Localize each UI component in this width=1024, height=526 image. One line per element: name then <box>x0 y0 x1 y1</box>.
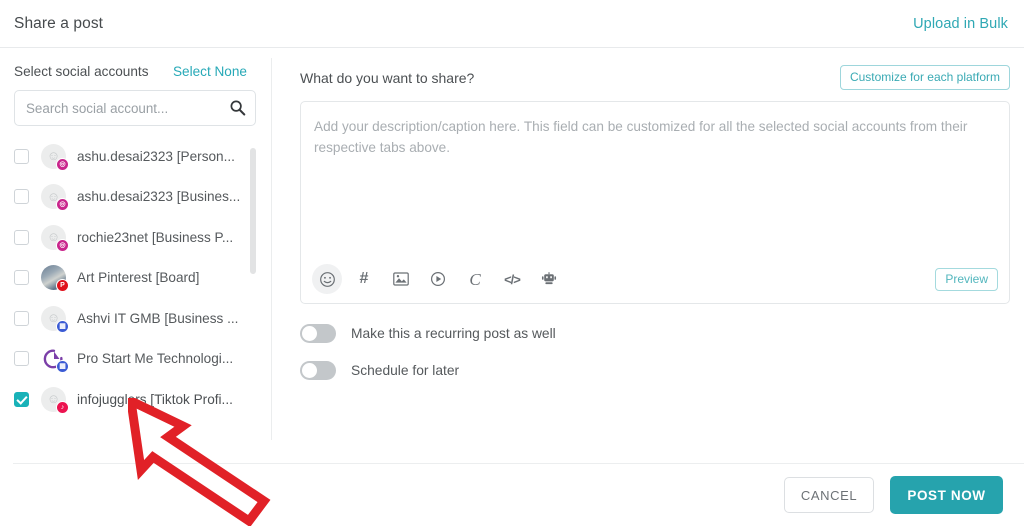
account-checkbox[interactable] <box>14 189 29 205</box>
list-item[interactable]: ☺ ♪ infojugglers [Tiktok Profi... <box>0 379 271 420</box>
account-checkbox[interactable] <box>14 310 29 326</box>
schedule-later-toggle[interactable] <box>300 361 336 380</box>
social-accounts-list[interactable]: ☺ ◎ ashu.desai2323 [Person... ☺ ◎ ashu.d… <box>0 136 271 424</box>
list-item-label: ashu.desai2323 [Person... <box>77 148 235 164</box>
instagram-icon: ◎ <box>56 238 69 252</box>
recurring-post-row: Make this a recurring post as well <box>300 324 1010 343</box>
editor-placeholder: Add your description/caption here. This … <box>314 119 968 156</box>
avatar: ☺ ♪ <box>41 386 69 414</box>
select-none-button[interactable]: Select None <box>173 64 247 79</box>
preview-button[interactable]: Preview <box>935 267 998 291</box>
page-title: Share a post <box>14 14 104 32</box>
compose-title: What do you want to share? <box>300 69 475 86</box>
post-now-button[interactable]: POST NOW <box>890 476 1003 514</box>
compose-header: What do you want to share? Customize for… <box>300 48 1010 90</box>
avatar: ▦ <box>41 346 69 374</box>
compose-panel: What do you want to share? Customize for… <box>300 48 1010 380</box>
modal-footer: CANCEL POST NOW <box>0 464 1024 526</box>
account-checkbox[interactable] <box>14 270 29 286</box>
avatar: ☺ ◎ <box>41 224 69 252</box>
accounts-scrollbar[interactable] <box>250 148 256 296</box>
account-checkbox[interactable] <box>14 351 29 367</box>
scrollbar-thumb[interactable] <box>250 148 256 274</box>
avatar: P <box>41 265 69 293</box>
search-social-account-wrapper <box>14 90 257 126</box>
avatar: ☺ ◎ <box>41 143 69 171</box>
video-icon[interactable] <box>423 264 453 294</box>
share-post-modal: Share a post Upload in Bulk Select socia… <box>0 0 1024 526</box>
recurring-post-toggle[interactable] <box>300 324 336 343</box>
list-item[interactable]: ▦ Pro Start Me Technologi... <box>0 339 271 380</box>
image-icon[interactable] <box>386 264 416 294</box>
schedule-later-label: Schedule for later <box>351 363 460 378</box>
account-checkbox[interactable] <box>14 148 29 164</box>
code-icon[interactable]: </> <box>497 264 527 294</box>
avatar: ☺ ▦ <box>41 305 69 333</box>
pinterest-icon: P <box>56 279 69 293</box>
hashtag-icon[interactable]: # <box>349 264 379 294</box>
list-item-label: ashu.desai2323 [Busines... <box>77 189 241 205</box>
account-checkbox[interactable] <box>14 391 29 407</box>
account-checkbox[interactable] <box>14 229 29 245</box>
avatar: ☺ ◎ <box>41 184 69 212</box>
recurring-post-label: Make this a recurring post as well <box>351 326 556 341</box>
list-item[interactable]: ☺ ▦ Ashvi IT GMB [Business ... <box>0 298 271 339</box>
curve-text-icon[interactable]: C <box>460 264 490 294</box>
modal-header: Share a post Upload in Bulk <box>0 0 1024 48</box>
list-item-label: rochie23net [Business P... <box>77 229 234 245</box>
tiktok-icon: ♪ <box>56 400 69 414</box>
instagram-icon: ◎ <box>56 157 69 171</box>
ai-robot-icon[interactable] <box>534 264 564 294</box>
editor-toolbar: # C </> Preview <box>301 255 1009 303</box>
upload-in-bulk-link[interactable]: Upload in Bulk <box>913 16 1008 32</box>
google-business-icon: ▦ <box>56 319 69 333</box>
list-item-label: infojugglers [Tiktok Profi... <box>77 391 233 407</box>
list-item[interactable]: P Art Pinterest [Board] <box>0 258 271 299</box>
google-business-icon: ▦ <box>56 360 69 374</box>
list-item[interactable]: ☺ ◎ ashu.desai2323 [Person... <box>0 136 271 177</box>
social-accounts-panel: Select social accounts Select None ☺ ◎ a… <box>0 48 271 440</box>
instagram-icon: ◎ <box>56 198 69 212</box>
list-item-label: Ashvi IT GMB [Business ... <box>77 310 239 326</box>
customize-for-each-platform-button[interactable]: Customize for each platform <box>839 65 1010 90</box>
select-social-accounts-label: Select social accounts <box>14 64 149 79</box>
post-editor[interactable]: Add your description/caption here. This … <box>300 101 1010 304</box>
list-item-label: Art Pinterest [Board] <box>77 270 200 286</box>
cancel-button[interactable]: CANCEL <box>784 477 874 513</box>
emoji-icon[interactable] <box>312 264 342 294</box>
search-input[interactable] <box>14 90 256 126</box>
social-accounts-header: Select social accounts Select None <box>0 48 271 79</box>
vertical-divider <box>271 58 272 440</box>
list-item[interactable]: ☺ ◎ rochie23net [Business P... <box>0 217 271 258</box>
schedule-later-row: Schedule for later <box>300 361 1010 380</box>
search-icon[interactable] <box>229 99 246 116</box>
list-item[interactable]: ☺ ◎ ashu.desai2323 [Busines... <box>0 177 271 218</box>
list-item-label: Pro Start Me Technologi... <box>77 351 234 367</box>
